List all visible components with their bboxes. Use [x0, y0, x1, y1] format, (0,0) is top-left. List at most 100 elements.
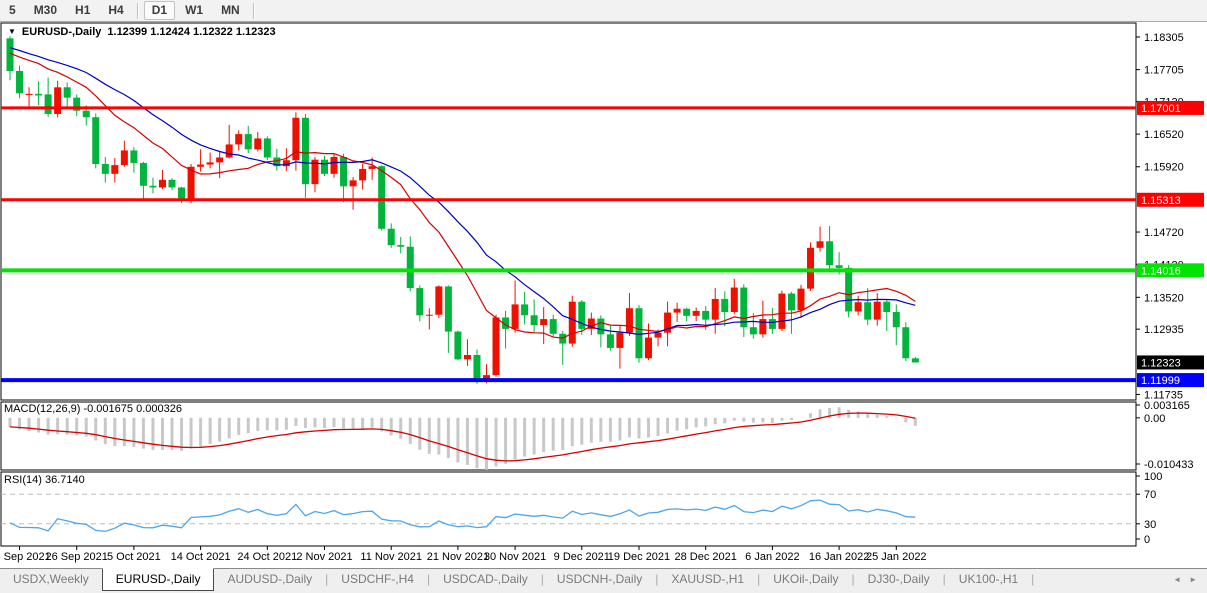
candle-body — [464, 355, 471, 359]
candle-body — [378, 166, 385, 229]
candle-body — [826, 241, 833, 265]
rsi-tick-label: 70 — [1144, 489, 1156, 501]
candle-body — [721, 299, 728, 312]
candle-body — [102, 164, 109, 174]
candle — [493, 315, 500, 377]
price-tick-label: 1.14720 — [1144, 227, 1184, 239]
symbol-dropdown-icon[interactable]: ▼ — [8, 27, 16, 37]
candle-body — [64, 87, 71, 97]
candle — [502, 311, 509, 349]
price-level-line-1.17001[interactable]: 1.17001 — [1, 101, 1204, 115]
rsi-line — [10, 500, 915, 531]
candle — [140, 162, 147, 201]
chart-symbol-label: EURUSD-,Daily — [22, 26, 101, 38]
candle — [531, 300, 538, 334]
candle-body — [169, 180, 176, 188]
candle — [331, 154, 338, 178]
tab-scroll-left-icon[interactable]: ◄ — [1173, 575, 1181, 584]
candle — [464, 339, 471, 366]
candle — [7, 36, 14, 80]
tab-scroll-right-icon[interactable]: ► — [1189, 575, 1197, 584]
tab-dj30-daily[interactable]: DJ30-,Daily — [855, 569, 943, 591]
candle — [16, 66, 23, 99]
tab-uk100-h1[interactable]: UK100-,H1 — [946, 569, 1031, 591]
candle — [197, 149, 204, 171]
date-tick-label: 28 Dec 2021 — [674, 551, 736, 563]
rsi-indicator-label: RSI(14) 36.7140 — [4, 474, 85, 486]
candle — [807, 242, 814, 290]
date-axis: 16 Sep 202126 Sep 20215 Oct 202114 Oct 2… — [0, 546, 927, 563]
price-tick-label: 1.17705 — [1144, 65, 1184, 77]
candle-body — [149, 186, 156, 188]
price-level-line-1.14016[interactable]: 1.14016 — [1, 263, 1204, 277]
price-tick-label: 1.13520 — [1144, 292, 1184, 304]
candle — [521, 292, 528, 325]
candle — [864, 288, 871, 325]
price-axis: 1.183051.177051.171201.165201.159201.147… — [1136, 32, 1184, 401]
rsi-panel-border — [1, 472, 1136, 546]
tab-audusd-daily[interactable]: AUDUSD-,Daily — [214, 569, 325, 591]
date-tick-label: 26 Sep 2021 — [46, 551, 108, 563]
price-chart-canvas[interactable]: 1.183051.177051.171201.165201.159201.147… — [0, 0, 1207, 572]
candle — [102, 157, 109, 183]
tab-usdcnh-daily[interactable]: USDCNH-,Daily — [544, 569, 655, 591]
candle — [435, 285, 442, 318]
candle-body — [130, 150, 137, 163]
date-tick-label: 9 Dec 2021 — [554, 551, 610, 563]
candle — [664, 302, 671, 347]
candle — [769, 308, 776, 334]
candle — [426, 308, 433, 329]
candle-body — [197, 165, 204, 167]
candle — [797, 285, 804, 318]
candle-body — [140, 163, 147, 186]
candle — [397, 237, 404, 253]
candle-body — [855, 302, 862, 311]
price-level-line-1.11999[interactable]: 1.11999 — [1, 373, 1204, 387]
candle-body — [359, 169, 366, 180]
candle — [169, 178, 176, 190]
candle-body — [216, 157, 223, 162]
rsi-tick-label: 30 — [1144, 519, 1156, 531]
candle — [855, 296, 862, 316]
candle-body — [512, 304, 519, 328]
candle — [321, 156, 328, 176]
candle-body — [693, 311, 700, 316]
tab-eurusd-daily[interactable]: EURUSD-,Daily — [102, 568, 215, 591]
candle-body — [159, 180, 166, 188]
candle — [569, 296, 576, 347]
candle — [54, 81, 61, 117]
price-tick-label: 1.15920 — [1144, 162, 1184, 174]
candle — [845, 265, 852, 317]
candle — [912, 357, 919, 363]
date-tick-label: 16 Sep 2021 — [0, 551, 51, 563]
candle-body — [350, 180, 357, 186]
candle-body — [569, 302, 576, 344]
date-tick-label: 11 Nov 2021 — [360, 551, 422, 563]
tab-ukoil-daily[interactable]: UKOil-,Daily — [760, 569, 851, 591]
candle-body — [845, 268, 852, 312]
tab-usdchf-h4[interactable]: USDCHF-,H4 — [328, 569, 427, 591]
candle-body — [397, 245, 404, 247]
candle — [559, 331, 566, 365]
candle-body — [778, 294, 785, 329]
current-price-text: 1.12323 — [1141, 357, 1181, 369]
candle — [121, 141, 128, 167]
candle-body — [874, 302, 881, 320]
tab-xauusd-h1[interactable]: XAUUSD-,H1 — [658, 569, 757, 591]
candle-body — [407, 247, 414, 288]
candle-body — [550, 319, 557, 334]
tab-usdx-weekly[interactable]: USDX,Weekly — [0, 569, 102, 591]
date-tick-label: 19 Dec 2021 — [608, 551, 670, 563]
trading-platform-window: 5M30H1H4D1W1MN 1.183051.177051.171201.16… — [0, 0, 1207, 593]
candle — [92, 113, 99, 168]
level-price-label-text: 1.11999 — [1141, 375, 1180, 387]
candle-body — [45, 94, 52, 114]
tab-usdcad-daily[interactable]: USDCAD-,Daily — [430, 569, 541, 591]
candle — [216, 151, 223, 178]
candle — [111, 158, 118, 182]
main-chart-panel-border — [1, 23, 1136, 400]
tab-separator: | — [1031, 569, 1034, 586]
chart-title: ▼ EURUSD-,Daily 1.12399 1.12424 1.12322 … — [8, 26, 276, 38]
candle-body — [435, 286, 442, 314]
candle-body — [531, 315, 538, 325]
